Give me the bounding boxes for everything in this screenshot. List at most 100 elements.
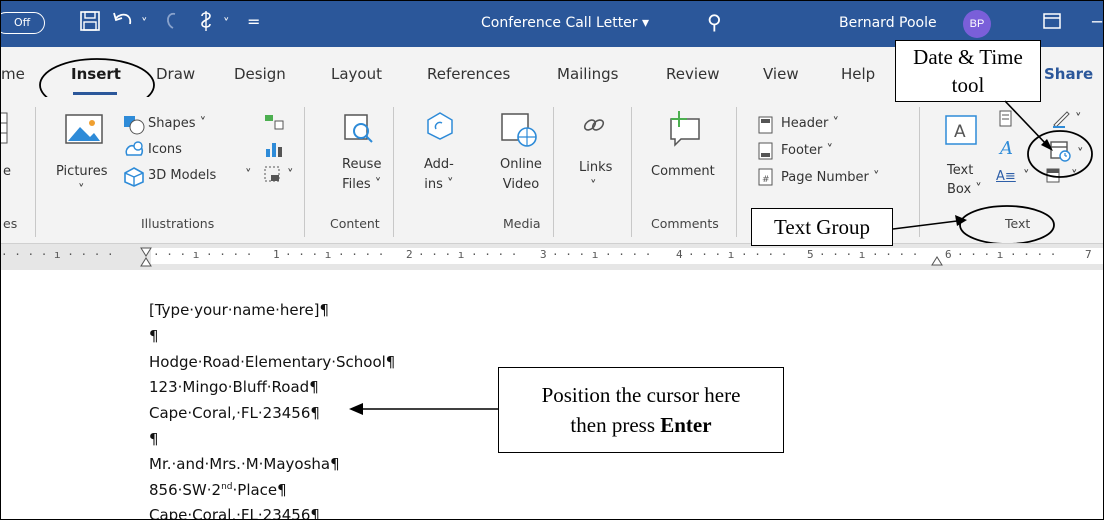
doc-line[interactable]: Hodge·Road·Elementary·School¶ xyxy=(149,353,395,371)
shapes-button[interactable]: Shapes ˅ xyxy=(148,116,206,131)
reuse-files-icon[interactable] xyxy=(341,111,377,152)
pages-partial-label: e xyxy=(3,164,11,179)
ruler-margin-ticks: · · · · ı · · · · xyxy=(1,248,121,261)
doc-line[interactable]: ¶ xyxy=(149,327,159,345)
text-group-highlight xyxy=(959,205,1055,245)
avatar[interactable]: BP xyxy=(963,10,991,38)
screenshot-dropdown-icon[interactable]: ˅ xyxy=(287,168,294,183)
svg-text:A: A xyxy=(954,122,966,142)
search-icon[interactable]: ⚲ xyxy=(707,10,722,34)
cursor-callout-enter: Enter xyxy=(660,413,712,437)
doc-line-address[interactable]: 856·SW·2nd·Place¶ xyxy=(149,481,287,499)
ribbon-display-icon[interactable] xyxy=(1041,10,1063,39)
undo-icon[interactable] xyxy=(112,10,138,39)
quick-print-icon[interactable] xyxy=(196,10,218,41)
smartart-icon[interactable] xyxy=(263,113,285,136)
online-video-icon[interactable] xyxy=(499,111,539,154)
comment-button[interactable]: Comment xyxy=(651,164,715,179)
svg-text:#: # xyxy=(762,175,770,185)
add-ins-button[interactable]: Add- ins ˅ xyxy=(424,155,454,195)
ruler-ticks-3: · · · ı · · · · xyxy=(418,248,524,261)
page-number-icon[interactable]: # xyxy=(758,168,774,191)
redo-icon[interactable] xyxy=(161,10,183,39)
3d-models-dropdown-icon[interactable]: ˅ xyxy=(245,168,252,183)
online-video-button[interactable]: Online Video xyxy=(500,155,542,195)
tab-references[interactable]: References xyxy=(427,65,510,83)
reuse-files-button[interactable]: Reuse Files ˅ xyxy=(342,155,381,195)
shapes-icon[interactable] xyxy=(123,115,145,140)
chart-icon[interactable] xyxy=(263,139,285,164)
doc-line[interactable]: 123·Mingo·Bluff·Road¶ xyxy=(149,378,319,396)
date-time-arrow xyxy=(1004,100,1053,151)
right-indent-marker-icon[interactable] xyxy=(931,256,943,266)
horizontal-ruler: · · · · ı · · · · · · · ı · · · · 1 · · … xyxy=(1,243,1103,270)
doc-line[interactable]: Mr.·and·Mrs.·M·Mayosha¶ xyxy=(149,455,340,473)
cursor-callout-line2: then press Enter xyxy=(499,410,783,440)
links-dropdown-icon[interactable]: ˅ xyxy=(590,179,597,194)
customize-qat-icon[interactable]: = xyxy=(247,9,260,35)
screenshot-icon[interactable] xyxy=(263,165,285,190)
tab-help[interactable]: Help xyxy=(841,65,875,83)
ruler-ticks-1: · · · ı · · · · xyxy=(153,248,259,261)
icons-button[interactable]: Icons xyxy=(148,142,182,157)
3d-models-button[interactable]: 3D Models xyxy=(148,168,216,183)
group-separator xyxy=(631,107,632,237)
footer-button[interactable]: Footer ˅ xyxy=(781,143,833,158)
customize-dropdown-icon[interactable]: ˅ xyxy=(223,12,230,38)
drop-cap-icon[interactable]: A≡ xyxy=(996,169,1016,184)
tab-mailings[interactable]: Mailings xyxy=(557,65,618,83)
doc-line[interactable]: ¶ xyxy=(149,430,159,448)
doc-line[interactable]: [Type·your·name·here]¶ xyxy=(149,301,329,319)
footer-icon[interactable] xyxy=(758,142,774,165)
group-separator xyxy=(553,107,554,237)
tab-design[interactable]: Design xyxy=(234,65,286,83)
undo-dropdown-icon[interactable]: ˅ xyxy=(141,12,148,38)
date-time-callout: Date & Time tool xyxy=(895,40,1041,102)
group-separator xyxy=(393,107,394,237)
tab-view[interactable]: View xyxy=(763,65,799,83)
user-name[interactable]: Bernard Poole xyxy=(839,15,937,31)
tab-review[interactable]: Review xyxy=(666,65,720,83)
autosave-toggle[interactable]: Off xyxy=(1,12,45,34)
minimize-icon[interactable]: ‒ xyxy=(1091,8,1103,34)
word-window: Off ˅ ˅ = Conference Call Letter ▾ ⚲ Ber… xyxy=(0,0,1104,520)
pictures-icon[interactable] xyxy=(64,111,104,152)
pictures-dropdown-icon[interactable]: ˅ xyxy=(78,183,85,198)
icons-icon[interactable] xyxy=(123,141,145,166)
ruler-ticks-5: · · · ı · · · · xyxy=(688,248,794,261)
text-box-button[interactable]: Text Box ˅ xyxy=(947,161,982,199)
save-icon[interactable] xyxy=(79,10,101,39)
doc-line[interactable]: Cape·Coral,·FL·23456¶ xyxy=(149,506,320,519)
illustrations-group-label: Illustrations xyxy=(141,216,215,231)
pictures-button[interactable]: Pictures xyxy=(56,164,107,179)
ruler-ticks-6: · · · ı · · · · xyxy=(819,248,925,261)
text-box-icon[interactable]: A xyxy=(943,113,979,152)
pages-icon[interactable] xyxy=(1,111,9,152)
header-icon[interactable] xyxy=(758,116,774,139)
links-icon[interactable] xyxy=(581,113,607,142)
document-title[interactable]: Conference Call Letter ▾ xyxy=(481,15,649,31)
indent-marker-icon[interactable] xyxy=(139,246,153,268)
new-comment-icon[interactable] xyxy=(665,109,705,152)
group-separator xyxy=(35,107,36,237)
cursor-callout-prefix: then press xyxy=(570,413,661,437)
header-button[interactable]: Header ˅ xyxy=(781,116,839,131)
doc-line[interactable]: Cape·Coral,·FL·23456¶ xyxy=(149,404,320,422)
ruler-number-3: 3 xyxy=(540,248,547,261)
page-number-button[interactable]: Page Number ˅ xyxy=(781,170,879,185)
3d-models-icon[interactable] xyxy=(123,167,145,192)
tab-home[interactable]: me xyxy=(1,65,25,83)
tab-layout[interactable]: Layout xyxy=(331,65,382,83)
tab-draw[interactable]: Draw xyxy=(156,65,195,83)
cursor-callout-line1: Position the cursor here xyxy=(541,383,741,407)
ruler-ticks-7: · · · ı · · · · xyxy=(957,248,1063,261)
share-button[interactable]: Share xyxy=(1044,65,1093,83)
group-separator xyxy=(736,107,737,237)
signature-dropdown-icon[interactable]: ˅ xyxy=(1075,112,1082,127)
text-group-arrow xyxy=(892,215,967,230)
add-ins-icon[interactable] xyxy=(425,111,455,146)
group-separator xyxy=(304,107,305,237)
superscript-nd: nd xyxy=(221,482,233,492)
links-button[interactable]: Links xyxy=(579,160,612,175)
ruler-number-5: 5 xyxy=(807,248,814,261)
